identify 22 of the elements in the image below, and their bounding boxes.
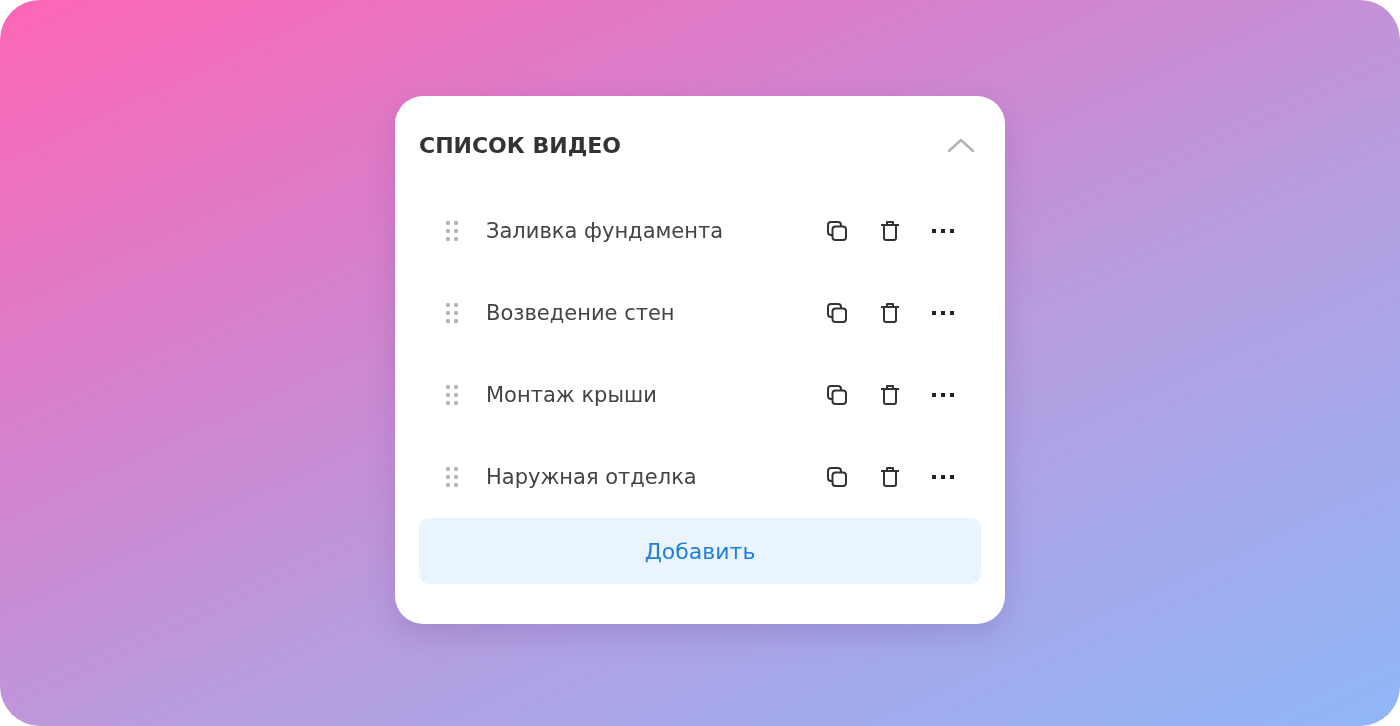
more-icon[interactable] <box>931 474 955 480</box>
more-icon[interactable] <box>931 392 955 398</box>
add-button[interactable]: Добавить <box>419 518 981 584</box>
panel-title: СПИСОК ВИДЕО <box>419 132 621 158</box>
video-title: Монтаж крыши <box>486 383 658 407</box>
copy-icon[interactable] <box>825 219 849 243</box>
drag-handle-icon[interactable] <box>445 466 459 488</box>
video-title: Возведение стен <box>486 301 676 325</box>
trash-icon[interactable] <box>878 383 902 407</box>
video-title: Наружная отделка <box>486 465 698 489</box>
drag-handle-icon[interactable] <box>445 220 459 242</box>
copy-icon[interactable] <box>825 383 849 407</box>
drag-handle-icon[interactable] <box>445 384 459 406</box>
more-icon[interactable] <box>931 310 955 316</box>
trash-icon[interactable] <box>878 301 902 325</box>
more-icon[interactable] <box>931 228 955 234</box>
trash-icon[interactable] <box>878 465 902 489</box>
copy-icon[interactable] <box>825 301 849 325</box>
trash-icon[interactable] <box>878 219 902 243</box>
video-title: Заливка фундамента <box>486 219 725 243</box>
drag-handle-icon[interactable] <box>445 302 459 324</box>
copy-icon[interactable] <box>825 465 849 489</box>
